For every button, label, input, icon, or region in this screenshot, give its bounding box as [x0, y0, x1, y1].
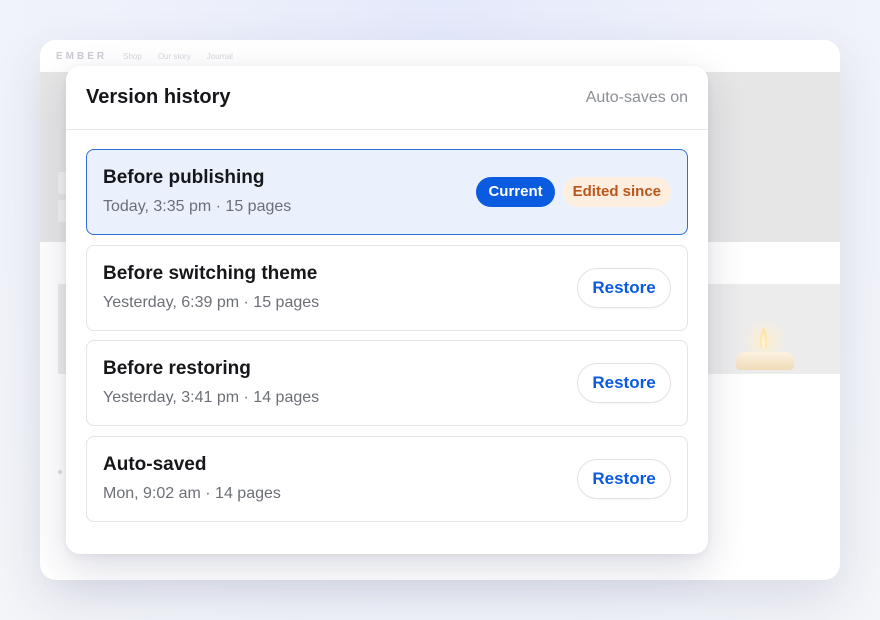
version-list: Before publishing Today, 3:35 pm · 15 pa… — [86, 149, 688, 531]
restore-button[interactable]: Restore — [577, 458, 671, 499]
version-row[interactable]: Before restoring Yesterday, 3:41 pm · 14… — [86, 340, 688, 426]
site-logo: EMBER — [56, 50, 108, 62]
site-nav-link-journal: Journal — [206, 51, 233, 61]
version-badges: Current Edited since — [476, 150, 671, 234]
dialog-header: Version history Auto-saves on — [66, 66, 708, 130]
candle-body — [736, 352, 794, 370]
current-badge: Current — [476, 177, 555, 207]
version-actions: Restore — [577, 246, 671, 330]
site-bullet — [58, 470, 62, 474]
version-row[interactable]: Before switching theme Yesterday, 6:39 p… — [86, 244, 688, 331]
restore-button[interactable]: Restore — [577, 363, 671, 403]
autosave-status: Auto-saves on — [585, 88, 688, 106]
restore-button[interactable]: Restore — [577, 267, 671, 308]
version-history-dialog: Version history Auto-saves on Before pub… — [66, 66, 708, 554]
dialog-title: Version history — [86, 86, 231, 108]
site-nav-link-story: Our story — [157, 51, 191, 61]
candle-image — [736, 318, 794, 374]
site-nav-link-shop: Shop — [123, 51, 142, 61]
edited-since-badge: Edited since — [562, 177, 671, 207]
version-row[interactable]: Auto-saved Mon, 9:02 am · 14 pages Resto… — [86, 435, 688, 522]
version-row-current[interactable]: Before publishing Today, 3:35 pm · 15 pa… — [86, 149, 688, 235]
version-actions: Restore — [577, 341, 671, 425]
version-actions: Restore — [577, 437, 671, 521]
